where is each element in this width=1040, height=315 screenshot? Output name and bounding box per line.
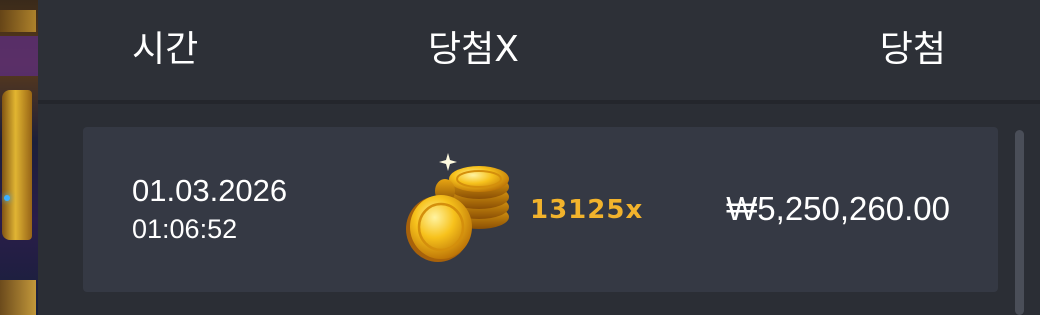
gold-coins-icon — [403, 151, 513, 266]
column-header-time: 시간 — [132, 29, 199, 70]
game-art-fragment — [0, 10, 36, 32]
scrollbar[interactable] — [1015, 130, 1024, 315]
background-game-art — [0, 0, 38, 315]
game-art-fragment — [4, 195, 10, 201]
game-art-fragment — [2, 90, 32, 240]
column-header-win: 당첨 — [879, 29, 946, 70]
game-art-fragment — [0, 36, 38, 76]
history-panel: 시간 당첨X 당첨 01.03.2026 01:06:52 13125x ₩5,… — [38, 0, 1040, 315]
column-header-multiplier: 당첨X — [428, 29, 519, 70]
row-time: 01:06:52 — [132, 214, 238, 244]
row-win-amount: ₩5,250,260.00 — [726, 190, 950, 227]
table-row[interactable]: 01.03.2026 01:06:52 13125x ₩5,250,260.00 — [83, 127, 998, 292]
bet-history-screen: 시간 당첨X 당첨 01.03.2026 01:06:52 13125x ₩5,… — [0, 0, 1040, 315]
game-art-fragment — [0, 280, 36, 315]
row-multiplier: 13125x — [530, 195, 644, 225]
table-header: 시간 당첨X 당첨 — [38, 0, 1040, 104]
row-date: 01.03.2026 — [132, 173, 288, 208]
